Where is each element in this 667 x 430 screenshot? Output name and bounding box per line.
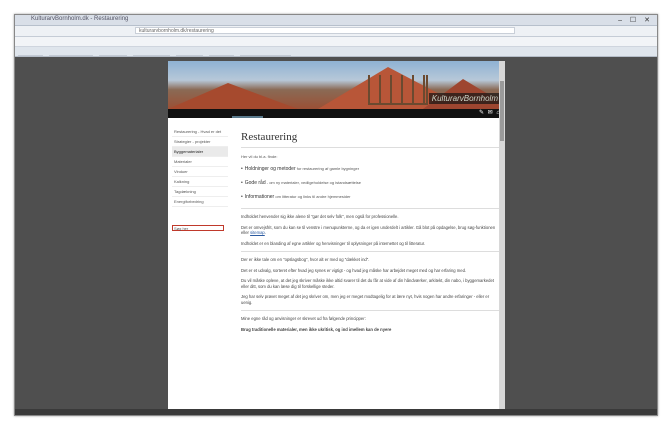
paragraph: Det er et udvalg, sorteret efter hvad je…	[241, 267, 467, 273]
paragraph-text: Det er omvejsfrit, som du kan se til ven…	[241, 224, 496, 236]
paragraph: Det er omvejsfrit, som du kan se til ven…	[241, 225, 499, 236]
scrollbar[interactable]	[499, 61, 505, 415]
main-nav: ForsidenKulturarvBoligRestaureringFortæl…	[168, 109, 505, 118]
paragraph: Indholdet henvender sig ikke alene til "…	[241, 214, 399, 219]
paragraph: Mine egne råd og anvisninger er skrevet …	[241, 316, 366, 321]
nav-item[interactable]: Foto	[293, 116, 308, 118]
feature-item: • Holdninger og metoder for restaurering …	[241, 166, 499, 172]
feature-desc: - om ny materialer, vedligeholdelse og i…	[266, 180, 362, 185]
window-title: KulturarvBornholm.dk - Restaurering	[31, 16, 129, 22]
paragraph: Der er ikke tale om en "opslagsbog", hvo…	[241, 257, 370, 262]
nav-item[interactable]: Forsiden	[168, 116, 192, 118]
nav-item[interactable]: Fortællinger	[263, 116, 293, 118]
bullet-icon: •	[241, 180, 243, 186]
feature-desc: om litteratur og links til andre hjemmes…	[275, 194, 351, 199]
url-field[interactable]: kulturarvbornholm.dk/restaurering	[135, 27, 515, 34]
sidebar-item[interactable]: Strategier - projekter	[172, 137, 228, 147]
nav-item[interactable]: Bolig	[216, 116, 232, 118]
nav-item[interactable]: Kulturarv	[192, 116, 216, 118]
divider	[241, 310, 499, 311]
feature-title: Holdninger og metoder	[244, 166, 296, 172]
bookmarks-bar: Mest besøgteKom godt i gangSeneste nyhed…	[15, 37, 657, 47]
nav-item[interactable]: Arkitektur	[371, 116, 396, 118]
feature-desc: for restaurering af gamle bygninger	[296, 166, 360, 171]
search-input[interactable]: Søg her	[172, 225, 224, 231]
sidebar: Restaurering - Hvad er det Strategier - p…	[172, 127, 228, 231]
sidebar-item[interactable]: Restaurering - Hvad er det	[172, 127, 228, 137]
divider	[241, 208, 499, 209]
page-title: Restaurering	[241, 131, 499, 148]
sidebar-item[interactable]: Kalkning	[172, 177, 228, 187]
header-banner: KulturarvBornholm	[168, 61, 505, 109]
feature-item: • Gode råd - om ny materialer, vedligehol…	[241, 180, 499, 186]
feature-title: Informationer	[244, 194, 275, 200]
address-bar: kulturarvbornholm.dk/restaurering	[15, 26, 657, 37]
nav-item[interactable]: Restaurering	[231, 116, 264, 118]
paragraph: Jeg har selv prøvet meget af det jeg skr…	[241, 294, 490, 305]
feature-title: Gode råd	[244, 180, 266, 186]
tab-strip: ForsideByggematerialerKulturarvRestaurer…	[15, 47, 657, 57]
sidebar-item[interactable]: Materialer	[172, 157, 228, 167]
nav-item[interactable]: Bøger	[396, 116, 414, 118]
nav-icons[interactable]: ✎ ✉ ⌂	[479, 109, 501, 118]
divider	[241, 251, 499, 252]
paragraph: Indholdet er en blanding af egne artikle…	[241, 240, 426, 246]
paragraph: Brug traditionelle materialer, men ikke …	[241, 326, 392, 332]
browser-window: KulturarvBornholm.dk - Restaurering – ☐ …	[14, 14, 658, 416]
title-bar: KulturarvBornholm.dk - Restaurering – ☐ …	[15, 15, 657, 26]
scaffold-shape	[368, 75, 428, 105]
paragraph: Du vil måske opleve, at det jeg skriver …	[241, 278, 495, 289]
intro-text: Her vil du bl.a. finde:	[241, 154, 278, 159]
bullet-icon: •	[241, 166, 243, 172]
nav-item[interactable]: Fotokilderne	[308, 116, 339, 118]
nav-item[interactable]: Byer	[356, 116, 371, 118]
feature-item: • Informationer om litteratur og links ti…	[241, 194, 499, 200]
nav-item[interactable]: Huse	[339, 116, 356, 118]
nav-item[interactable]: Kontakt	[437, 116, 458, 118]
roof-shape	[168, 83, 298, 109]
scrollbar-thumb[interactable]	[500, 81, 504, 141]
bottom-strip	[15, 409, 657, 415]
main-content: Restaurering Her vil du bl.a. finde: • Ho…	[241, 131, 499, 337]
sidebar-item[interactable]: Byggematerialer	[172, 147, 228, 157]
window-controls[interactable]: – ☐ ✕	[618, 16, 653, 24]
sidebar-item[interactable]: Tagdækning	[172, 187, 228, 197]
paragraph-text: .	[264, 230, 266, 235]
sidebar-item[interactable]: Energiforbedring	[172, 197, 228, 207]
bullet-icon: •	[241, 194, 243, 200]
sidebar-item[interactable]: Vinduer	[172, 167, 228, 177]
viewport: KulturarvBornholm ForsidenKulturarvBolig…	[15, 57, 657, 415]
site-logo[interactable]: KulturarvBornholm	[428, 93, 501, 104]
sitemap-link[interactable]: sitemap	[250, 230, 265, 235]
web-page: KulturarvBornholm ForsidenKulturarvBolig…	[168, 61, 505, 415]
nav-item[interactable]: Galleriet	[414, 116, 437, 118]
